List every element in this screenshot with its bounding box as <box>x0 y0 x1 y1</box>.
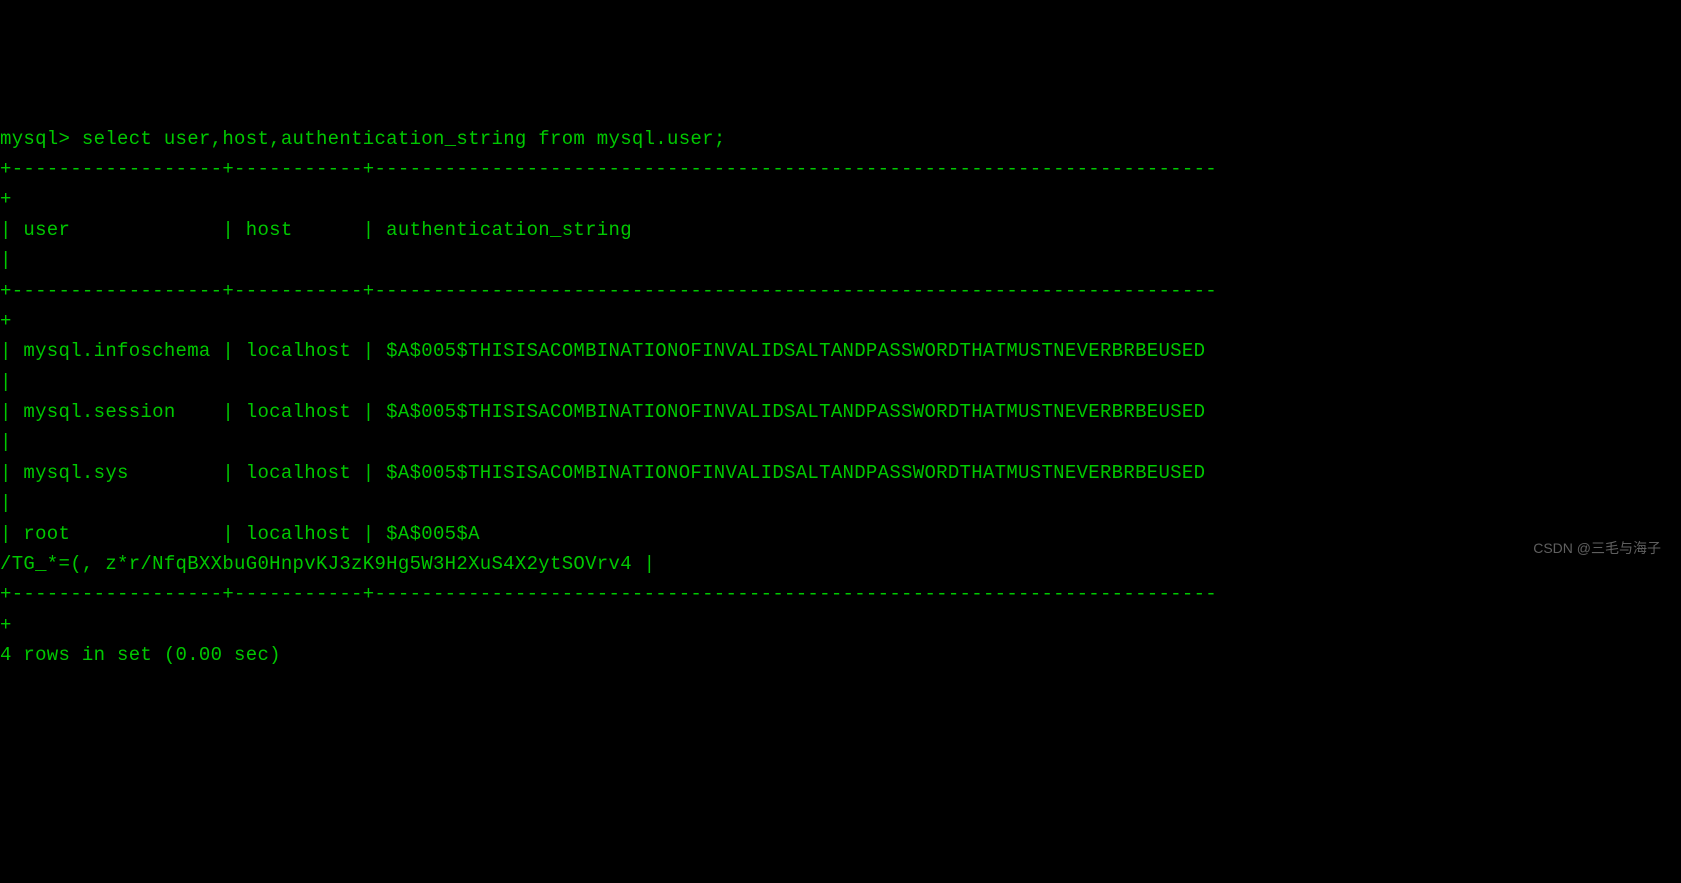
table-border-mid: +------------------+-----------+--------… <box>0 280 1217 302</box>
table-border-top: +------------------+-----------+--------… <box>0 158 1217 180</box>
csdn-watermark: CSDN @三毛与海子 <box>1533 537 1661 559</box>
table-border-bottom: +------------------+-----------+--------… <box>0 583 1217 605</box>
result-status: 4 rows in set (0.00 sec) <box>0 644 281 666</box>
table-row: | mysql.sys | localhost | $A$005$THISISA… <box>0 462 1217 484</box>
table-header-pipe: | <box>0 249 12 271</box>
mysql-prompt: mysql> <box>0 128 82 150</box>
table-border-plus: + <box>0 188 12 210</box>
table-row: | mysql.infoschema | localhost | $A$005$… <box>0 340 1217 362</box>
table-border-plus: + <box>0 614 12 636</box>
table-row-wrap: /TG_*=(, z*r/NfqBXXbuG0HnpvKJ3zK9Hg5W3H2… <box>0 553 655 575</box>
table-row-wrap: | <box>0 492 12 514</box>
table-header-row: | user | host | authentication_string <box>0 219 1240 241</box>
mysql-terminal[interactable]: mysql> select user,host,authentication_s… <box>0 124 1681 671</box>
table-row-wrap: | <box>0 431 12 453</box>
table-row-wrap: | <box>0 371 12 393</box>
table-row: | root | localhost | $A$005$A <box>0 523 480 545</box>
table-border-plus: + <box>0 310 12 332</box>
sql-query: select user,host,authentication_string f… <box>82 128 726 150</box>
table-row: | mysql.session | localhost | $A$005$THI… <box>0 401 1217 423</box>
